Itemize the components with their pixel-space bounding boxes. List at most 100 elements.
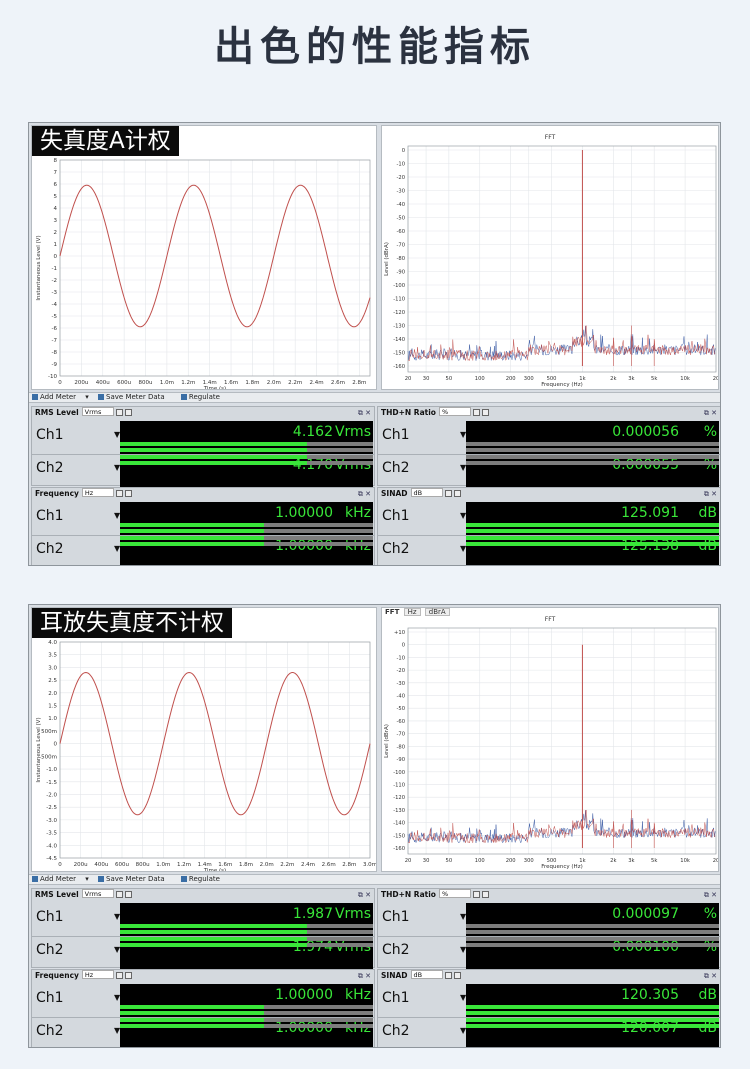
- level-bar: [466, 943, 719, 947]
- window-controls-icon[interactable]: ⧉ ✕: [358, 488, 371, 500]
- level-bar-fill: [120, 455, 308, 459]
- level-bar-fill: [120, 1024, 265, 1028]
- channel-row: Ch1 ▼ 1.00000 kHz: [32, 502, 374, 535]
- meter-settings-icon[interactable]: [124, 409, 132, 416]
- meter-menu-icon[interactable]: [444, 972, 452, 979]
- window-controls-icon[interactable]: ⧉ ✕: [704, 889, 717, 901]
- meter-display: 120.305 dB: [466, 984, 719, 1017]
- level-bar: [466, 1018, 719, 1022]
- meter-menu-icon[interactable]: [472, 409, 480, 416]
- page-heading: 出色的性能指标: [214, 24, 536, 70]
- level-bar-fill: [466, 1024, 719, 1028]
- level-bar: [466, 523, 719, 527]
- y-tick-label: -10: [397, 162, 405, 168]
- meter-thd-n-ratio: THD+N Ratio% ⧉ ✕ Ch1 ▼ 0.000056% Ch2 ▼ 0.000055…: [377, 406, 720, 487]
- plot-frame: [407, 145, 717, 373]
- meter-header: Frequency Hz ⧉ ✕: [32, 488, 374, 500]
- channel-label: Ch1: [382, 508, 410, 524]
- save-icon: [98, 394, 105, 400]
- meter-settings-icon[interactable]: [481, 891, 489, 898]
- x-tick-label: 1.8m: [245, 380, 259, 386]
- regulate-button[interactable]: Regulate: [180, 875, 227, 883]
- y-axis-label: Level (dBrA): [384, 242, 390, 276]
- regulate-button[interactable]: Regulate: [180, 393, 227, 401]
- meter-display: 0.000056%: [466, 421, 719, 454]
- level-bar: [120, 930, 373, 934]
- meter-unit-select[interactable]: %: [438, 889, 471, 898]
- meter-menu-icon[interactable]: [115, 891, 123, 898]
- meter-readout: 125.091 dB: [621, 505, 717, 521]
- meter-unit-select[interactable]: Vrms: [81, 889, 114, 898]
- channel-row: Ch1 ▼ 125.091 dB: [378, 502, 720, 535]
- meter-unit-select[interactable]: dB: [410, 970, 443, 979]
- x-tick-label: 2.4m: [301, 862, 315, 868]
- meter-menu-icon[interactable]: [472, 891, 480, 898]
- window-controls-icon[interactable]: ⧉ ✕: [704, 407, 717, 419]
- meter-value: 0.000055: [612, 457, 679, 473]
- meter-readout: 120.305 dB: [621, 987, 717, 1003]
- x-tick-label: 200: [506, 376, 516, 382]
- meter-menu-icon[interactable]: [444, 490, 452, 497]
- meter-menu-icon[interactable]: [115, 409, 123, 416]
- fft-chart: 0 -10 -20 -30 -40 -50 -60 -70 -80 -90 -100 -110 -120…: [384, 145, 719, 388]
- channel-row: Ch2 ▼ 4.170 Vrms: [32, 454, 374, 487]
- x-tick-label: 3k: [628, 858, 634, 864]
- meter-readout: 4.162 Vrms: [293, 424, 371, 440]
- level-bar-fill: [120, 448, 308, 452]
- window-controls-icon[interactable]: ⧉ ✕: [358, 889, 371, 901]
- save-meter-data-button[interactable]: Save Meter Data: [98, 393, 172, 401]
- channel-divider: [378, 1017, 720, 1018]
- meter-unit-select[interactable]: Hz: [81, 970, 114, 979]
- channel-row: Ch2 ▼ 0.000100%: [378, 936, 720, 969]
- level-bar: [466, 448, 719, 452]
- meter-display: 1.00000 kHz: [120, 1017, 373, 1047]
- waveform-plot: 耳放失真度不计权 4.0 3.5 3.0 2.5 2.0 1.5 1.0 500m 0 -500m…: [31, 607, 377, 872]
- add-meter-button[interactable]: Add Meter ▾: [32, 393, 89, 401]
- meter-settings-icon[interactable]: [124, 972, 132, 979]
- meter-settings-icon[interactable]: [453, 972, 461, 979]
- channel-row: Ch2 ▼ 125.138 dB: [378, 535, 720, 565]
- meter-menu-icon[interactable]: [115, 972, 123, 979]
- meter-menu-icon[interactable]: [115, 490, 123, 497]
- channel-row: Ch2 ▼ 1.00000 kHz: [32, 535, 374, 565]
- meter-display: 120.007 dB: [466, 1017, 719, 1047]
- y-tick-label: -120: [393, 310, 405, 316]
- add-meter-button[interactable]: Add Meter ▾: [32, 875, 89, 883]
- window-controls-icon[interactable]: ⧉ ✕: [358, 970, 371, 982]
- y-tick-label: 4: [54, 206, 58, 212]
- regulate-icon: [180, 394, 187, 400]
- x-tick-label: 2.0m: [267, 380, 281, 386]
- meter-unit-select[interactable]: Hz: [81, 488, 114, 497]
- y-tick-label: -160: [393, 846, 405, 852]
- channel-label: Ch2: [382, 541, 410, 557]
- y-tick-label: 3: [54, 218, 58, 224]
- meter-header: THD+N Ratio% ⧉ ✕: [378, 889, 720, 901]
- y-tick-label: -4: [52, 302, 58, 308]
- meter-readout: 120.007 dB: [621, 1020, 717, 1036]
- window-controls-icon[interactable]: ⧉ ✕: [704, 488, 717, 500]
- section-label: 失真度A计权: [32, 126, 179, 156]
- save-meter-data-button[interactable]: Save Meter Data: [98, 875, 172, 883]
- save-icon: [98, 876, 105, 882]
- meter-unit-select[interactable]: Vrms: [81, 407, 114, 416]
- meter-settings-icon[interactable]: [453, 490, 461, 497]
- meter-unit-select[interactable]: dB: [410, 488, 443, 497]
- level-bar: [120, 523, 373, 527]
- level-bar: [120, 542, 373, 546]
- meter-header: SINAD dB ⧉ ✕: [378, 970, 720, 982]
- x-tick-label: 1.0m: [156, 862, 170, 868]
- window-controls-icon[interactable]: ⧉ ✕: [704, 970, 717, 982]
- meter-settings-icon[interactable]: [124, 490, 132, 497]
- x-tick-label: 20: [713, 376, 719, 382]
- window-controls-icon[interactable]: ⧉ ✕: [358, 407, 371, 419]
- y-tick-label: -6: [52, 326, 58, 332]
- y-tick-label: -3.5: [46, 831, 57, 837]
- y-tick-label: -40: [397, 202, 405, 208]
- x-tick-label: 200u: [74, 380, 88, 386]
- meter-unit-select[interactable]: %: [438, 407, 471, 416]
- y-tick-label: -8: [52, 350, 58, 356]
- channel-label: Ch1: [382, 990, 410, 1006]
- level-bar: [466, 536, 719, 540]
- meter-settings-icon[interactable]: [124, 891, 132, 898]
- meter-settings-icon[interactable]: [481, 409, 489, 416]
